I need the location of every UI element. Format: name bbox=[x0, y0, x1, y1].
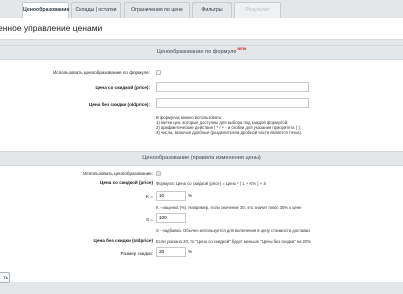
s-hint: S - надбавка. Обычно используется для вк… bbox=[156, 228, 310, 233]
rules-oldprice-label: Цена без скидки (oldprice) bbox=[93, 238, 153, 243]
formula-price-label: Цена со скидкой (price): bbox=[95, 85, 150, 90]
page-heading-bar: енное управление ценами bbox=[0, 18, 403, 40]
tab-result: Результат bbox=[234, 2, 281, 18]
discount-unit: % bbox=[188, 249, 193, 254]
formula-use-checkbox[interactable] bbox=[156, 70, 161, 75]
formula-section-title: Ценообразование по формуле bbox=[156, 49, 237, 55]
tab-filters[interactable]: Фильтры bbox=[192, 2, 232, 18]
settings-panel: Ценообразование по формулеNEW Использова… bbox=[0, 45, 403, 282]
s-label: S = bbox=[145, 217, 153, 222]
discount-label: Размер скидки: bbox=[120, 251, 153, 256]
k-input[interactable]: 10 bbox=[156, 191, 186, 201]
k-unit: % bbox=[188, 193, 193, 198]
tab-warehouses[interactable]: Склады | остатки bbox=[71, 2, 121, 18]
formula-section-header: Ценообразование по формулеNEW bbox=[0, 45, 403, 60]
oldprice-hint: Если указано 20, то "Цена со скидкой" бу… bbox=[156, 239, 312, 244]
formula-help-line-4: 3) числа, включая дробные (разделителем … bbox=[156, 130, 303, 135]
tab-pricing[interactable]: Ценообразование bbox=[22, 2, 69, 19]
formula-use-label: Использовать ценообразование по формуле: bbox=[53, 70, 150, 75]
page-title: енное управление ценами bbox=[0, 23, 103, 33]
rules-use-label: Использовать ценообразование: bbox=[83, 171, 153, 176]
rules-use-checkbox[interactable] bbox=[156, 171, 161, 176]
discount-input[interactable]: 20 bbox=[156, 247, 186, 257]
formula-oldprice-input[interactable] bbox=[156, 98, 309, 108]
k-label: K = bbox=[145, 194, 153, 199]
formula-oldprice-label: Цена без скидки (oldprice): bbox=[89, 102, 150, 107]
rules-section-title: Ценообразование (правила изменения цены) bbox=[142, 155, 261, 161]
new-badge: NEW bbox=[237, 47, 247, 51]
rules-price-label: Цена со скидкой (price) bbox=[100, 180, 153, 185]
price-formula-text: Формула: Цена со скидкой (price) = Цена … bbox=[156, 181, 267, 186]
footer-bar bbox=[0, 283, 403, 294]
tab-price-limits[interactable]: Ограничения по цене bbox=[124, 2, 190, 18]
save-button[interactable]: ть bbox=[0, 272, 10, 283]
k-hint: K - наценка (%). Например, если значение… bbox=[156, 205, 302, 210]
rules-section-header: Ценообразование (правила изменения цены) bbox=[0, 151, 403, 166]
formula-price-input[interactable] bbox=[156, 82, 309, 92]
tab-bar: Ценообразование Склады | остатки Огранич… bbox=[0, 0, 403, 19]
s-input[interactable]: 100 bbox=[156, 213, 186, 223]
